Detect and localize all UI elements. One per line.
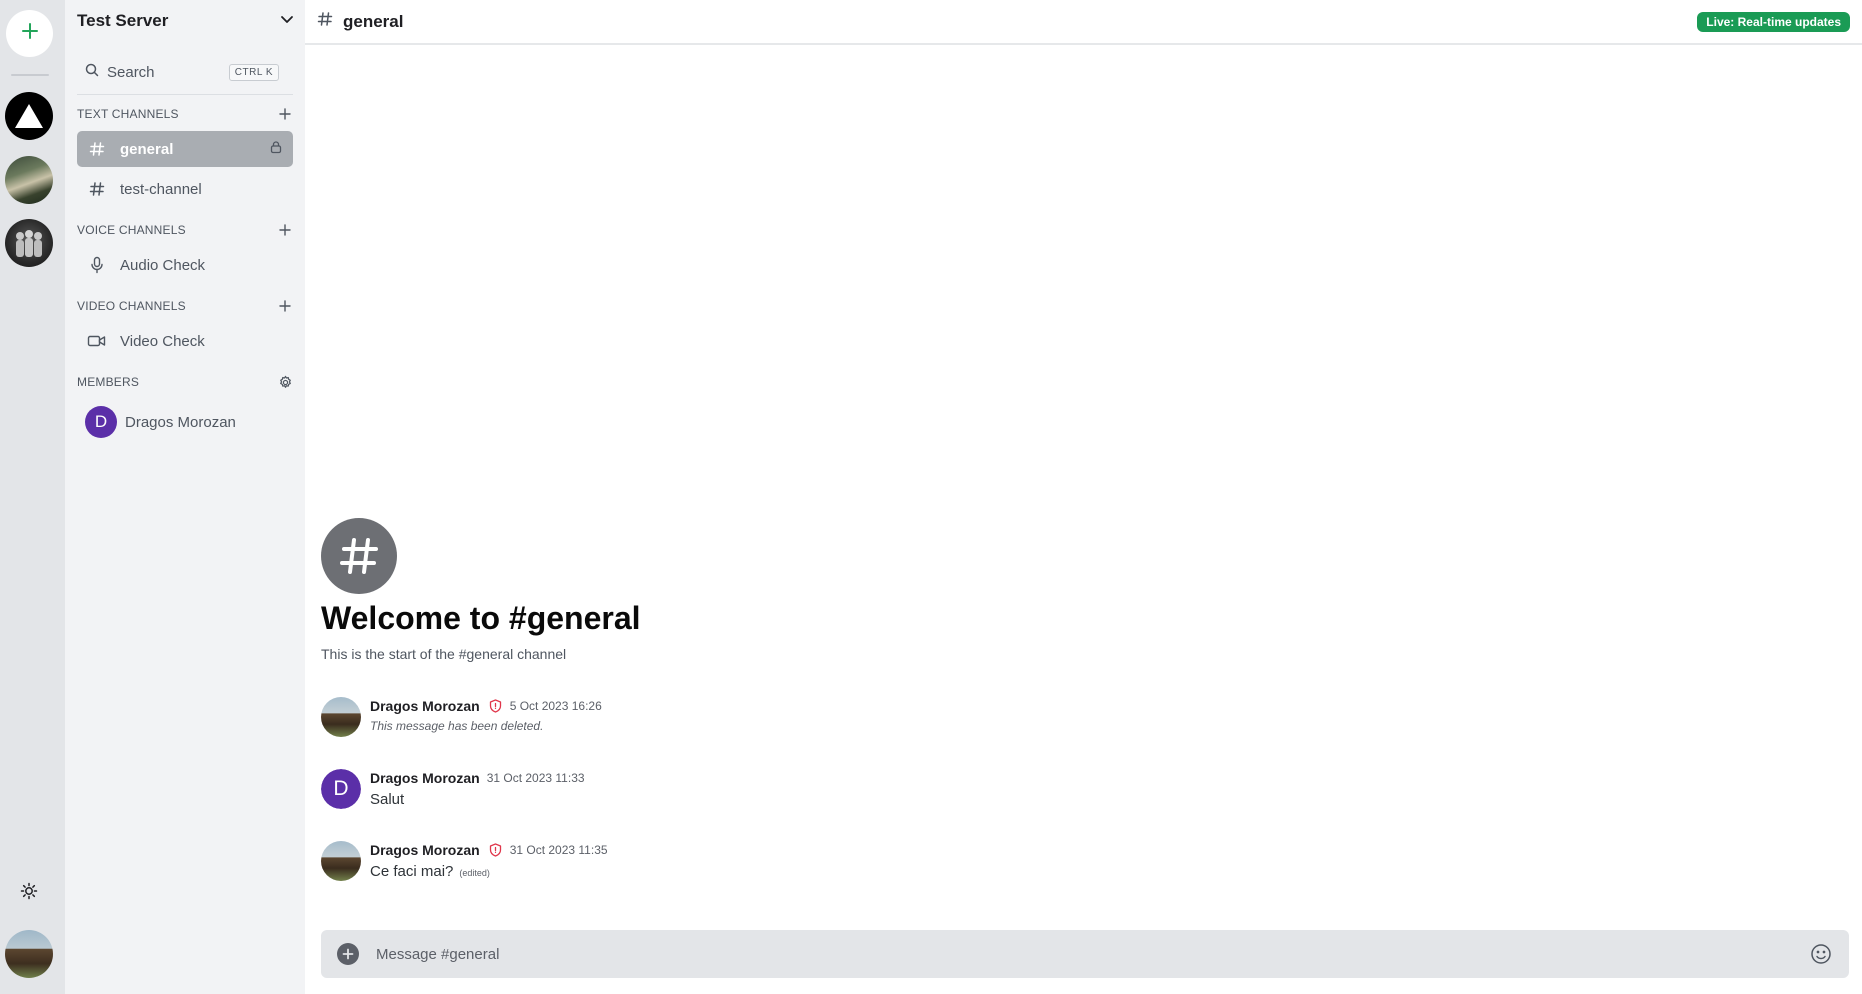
members-title: MEMBERS — [77, 375, 140, 389]
server-icon-house[interactable] — [5, 156, 53, 204]
user-avatar-button[interactable] — [5, 930, 53, 978]
voice-channels-header: VOICE CHANNELS — [77, 221, 293, 239]
hash-icon — [87, 179, 107, 199]
message-item[interactable]: Dragos Morozan 31 Oct 2023 11:35 Ce faci… — [321, 841, 1321, 885]
chevron-down-icon — [279, 11, 295, 32]
message-author[interactable]: Dragos Morozan — [370, 842, 480, 858]
message-text: Ce faci mai? — [370, 863, 454, 880]
shield-icon — [489, 699, 503, 713]
channel-title: general — [343, 11, 404, 31]
message-author[interactable]: Dragos Morozan — [370, 698, 480, 714]
voice-channels-title: VOICE CHANNELS — [77, 223, 186, 237]
rail-divider — [11, 74, 49, 76]
search-button[interactable]: Search CTRL K — [77, 58, 285, 86]
message-composer — [321, 930, 1849, 978]
server-rail — [0, 0, 65, 994]
message-header: Dragos Morozan 5 Oct 2023 16:26 — [370, 697, 602, 715]
app-window: Test Server Search CTRL K TEXT CHANNELS … — [0, 0, 1862, 994]
message-body: Ce faci mai? (edited) — [370, 863, 490, 880]
video-channels-header: VIDEO CHANNELS — [77, 297, 293, 315]
search-icon — [85, 63, 99, 82]
welcome-title: Welcome to #general — [321, 600, 641, 636]
sun-icon — [20, 882, 38, 905]
message-body: This message has been deleted. — [370, 719, 544, 733]
server-icon-triangle[interactable] — [5, 92, 53, 140]
avatar[interactable] — [321, 841, 361, 881]
hash-icon — [87, 139, 107, 159]
channel-item-general[interactable]: general — [77, 131, 293, 167]
avatar[interactable]: D — [321, 769, 361, 809]
text-channels-title: TEXT CHANNELS — [77, 107, 179, 121]
message-header: Dragos Morozan 31 Oct 2023 11:33 — [370, 769, 585, 787]
text-channels-header: TEXT CHANNELS — [77, 105, 293, 123]
chat-area: general Live: Real-time updates Welcome … — [305, 0, 1862, 994]
message-item[interactable]: D Dragos Morozan 31 Oct 2023 11:33 Salut — [321, 769, 1321, 813]
message-body: Salut — [370, 791, 405, 808]
add-server-button[interactable] — [6, 10, 53, 57]
channel-label: Audio Check — [120, 256, 206, 274]
live-status-badge: Live: Real-time updates — [1697, 11, 1850, 32]
member-name: Dragos Morozan — [125, 413, 236, 431]
theme-toggle-button[interactable] — [18, 882, 40, 904]
edited-label: (edited) — [459, 868, 490, 878]
channel-label: general — [120, 140, 174, 158]
channel-header: general Live: Real-time updates — [305, 0, 1862, 45]
welcome-subtitle: This is the start of the #general channe… — [321, 646, 567, 662]
search-label: Search — [107, 63, 155, 81]
add-video-channel-button[interactable] — [277, 298, 293, 314]
plus-icon — [20, 21, 40, 46]
channel-item-test-channel[interactable]: test-channel — [77, 171, 293, 207]
emoji-icon[interactable] — [1809, 942, 1833, 966]
lock-icon — [269, 140, 283, 159]
members-header: MEMBERS — [77, 373, 293, 391]
server-menu-button[interactable]: Test Server — [65, 0, 305, 42]
channel-item-video-check[interactable]: Video Check — [77, 323, 293, 359]
gear-icon[interactable] — [277, 374, 293, 390]
attach-button[interactable] — [337, 943, 359, 965]
member-item[interactable]: D Dragos Morozan — [85, 406, 236, 438]
channel-label: Video Check — [120, 332, 205, 350]
message-item[interactable]: Dragos Morozan 5 Oct 2023 16:26 This mes… — [321, 697, 1321, 741]
video-channels-title: VIDEO CHANNELS — [77, 299, 186, 313]
microphone-icon — [87, 255, 107, 275]
message-author[interactable]: Dragos Morozan — [370, 770, 480, 786]
message-timestamp: 31 Oct 2023 11:35 — [509, 843, 608, 857]
add-voice-channel-button[interactable] — [277, 222, 293, 238]
channel-welcome-hash-icon — [321, 518, 397, 594]
video-icon — [87, 331, 107, 351]
add-text-channel-button[interactable] — [277, 106, 293, 122]
message-header: Dragos Morozan 31 Oct 2023 11:35 — [370, 841, 608, 859]
hash-icon — [317, 11, 333, 32]
search-shortcut: CTRL K — [228, 63, 279, 81]
avatar[interactable] — [321, 697, 361, 737]
shield-icon — [489, 843, 503, 857]
message-input[interactable] — [376, 945, 1809, 963]
avatar: D — [85, 406, 117, 438]
sidebar-divider — [77, 94, 293, 95]
message-timestamp: 31 Oct 2023 11:33 — [486, 771, 585, 785]
server-icon-group[interactable] — [5, 219, 53, 267]
server-name: Test Server — [77, 11, 169, 30]
message-timestamp: 5 Oct 2023 16:26 — [509, 699, 602, 713]
channel-label: test-channel — [120, 180, 202, 198]
channel-item-audio-check[interactable]: Audio Check — [77, 247, 293, 283]
avatar-initial: D — [321, 769, 361, 809]
channel-sidebar: Test Server Search CTRL K TEXT CHANNELS … — [65, 0, 305, 994]
